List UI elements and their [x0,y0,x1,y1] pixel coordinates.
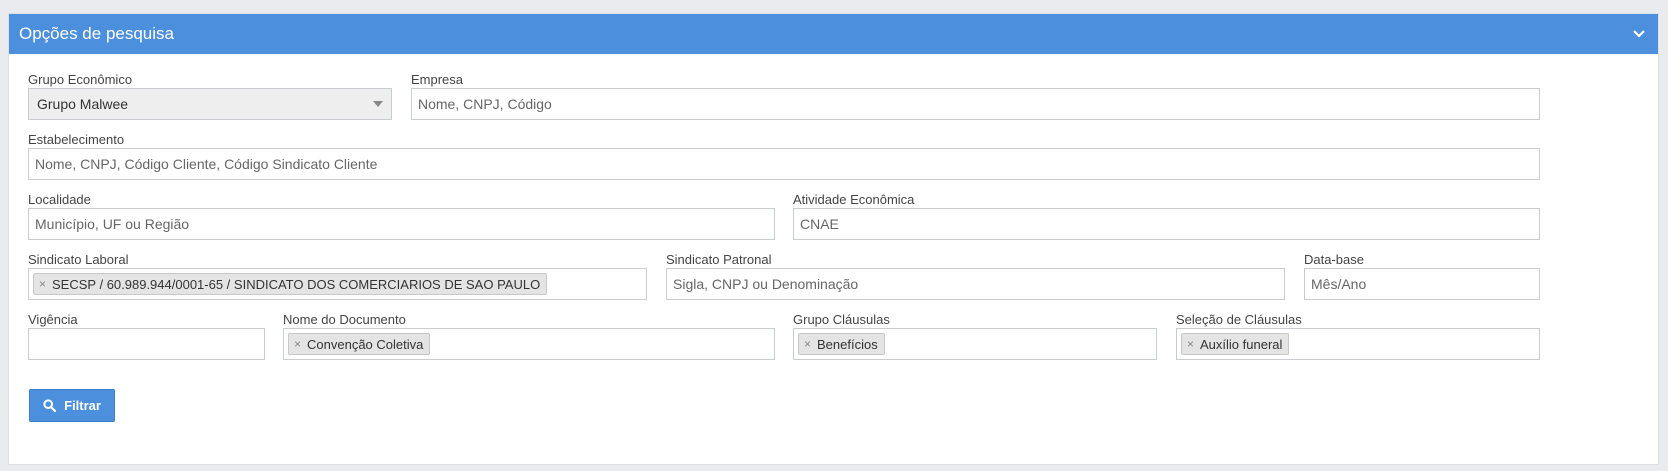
grupo-clausulas-multiselect[interactable]: × Benefícios [793,328,1157,360]
atividade-economica-label: Atividade Econômica [793,192,915,207]
selecao-clausulas-multiselect[interactable]: × Auxílio funeral [1176,328,1540,360]
vigencia-input[interactable] [28,328,265,360]
selecao-clausulas-tag: × Auxílio funeral [1181,333,1290,355]
remove-tag-icon[interactable]: × [294,337,301,351]
localidade-label: Localidade [28,192,91,207]
sindicato-laboral-tag: × SECSP / 60.989.944/0001-65 / SINDICATO… [33,273,548,295]
selecao-clausulas-tag-text: Auxílio funeral [1200,336,1283,352]
remove-tag-icon[interactable]: × [39,277,46,291]
empresa-label: Empresa [411,72,464,87]
grupo-economico-value: Grupo Malwee [37,96,129,112]
search-options-panel: Opções de pesquisa Grupo Econômico Grupo… [8,13,1659,465]
panel-title: Opções de pesquisa [19,24,174,43]
remove-tag-icon[interactable]: × [1187,337,1194,351]
chevron-down-icon[interactable] [1630,25,1648,43]
grupo-economico-select[interactable]: Grupo Malwee [28,88,392,120]
sindicato-laboral-multiselect[interactable]: × SECSP / 60.989.944/0001-65 / SINDICATO… [28,268,647,300]
sindicato-patronal-label: Sindicato Patronal [666,252,772,267]
sindicato-patronal-input[interactable]: Sigla, CNPJ ou Denominação [666,268,1285,300]
estabelecimento-placeholder: Nome, CNPJ, Código Cliente, Código Sindi… [35,156,378,172]
remove-tag-icon[interactable]: × [804,337,811,351]
grupo-economico-label: Grupo Econômico [28,72,133,87]
grupo-clausulas-tag: × Benefícios [798,333,885,355]
sindicato-patronal-placeholder: Sigla, CNPJ ou Denominação [673,276,859,292]
empresa-input[interactable]: Nome, CNPJ, Código [411,88,1540,120]
data-base-label: Data-base [1304,252,1364,267]
sindicato-laboral-label: Sindicato Laboral [28,252,129,267]
atividade-economica-placeholder: CNAE [800,216,839,232]
atividade-economica-input[interactable]: CNAE [793,208,1540,240]
grupo-clausulas-label: Grupo Cláusulas [793,312,890,327]
panel-header[interactable]: Opções de pesquisa [9,14,1658,54]
localidade-input[interactable]: Município, UF ou Região [28,208,775,240]
nome-documento-tag-text: Convenção Coletiva [307,336,424,352]
nome-documento-label: Nome do Documento [283,312,406,327]
nome-documento-tag: × Convenção Coletiva [288,333,431,355]
estabelecimento-label: Estabelecimento [28,132,125,147]
data-base-placeholder: Mês/Ano [1311,276,1367,292]
estabelecimento-input[interactable]: Nome, CNPJ, Código Cliente, Código Sindi… [28,148,1540,180]
selecao-clausulas-label: Seleção de Cláusulas [1176,312,1302,327]
empresa-placeholder: Nome, CNPJ, Código [418,96,552,112]
search-icon [43,399,57,412]
nome-documento-multiselect[interactable]: × Convenção Coletiva [283,328,775,360]
caret-down-icon [373,101,383,107]
vigencia-label: Vigência [28,312,78,327]
grupo-clausulas-tag-text: Benefícios [817,336,878,352]
localidade-placeholder: Município, UF ou Região [35,216,190,232]
filter-button-label: Filtrar [64,398,101,413]
sindicato-laboral-tag-text: SECSP / 60.989.944/0001-65 / SINDICATO D… [52,276,541,292]
data-base-input[interactable]: Mês/Ano [1304,268,1540,300]
filter-button[interactable]: Filtrar [29,389,115,422]
